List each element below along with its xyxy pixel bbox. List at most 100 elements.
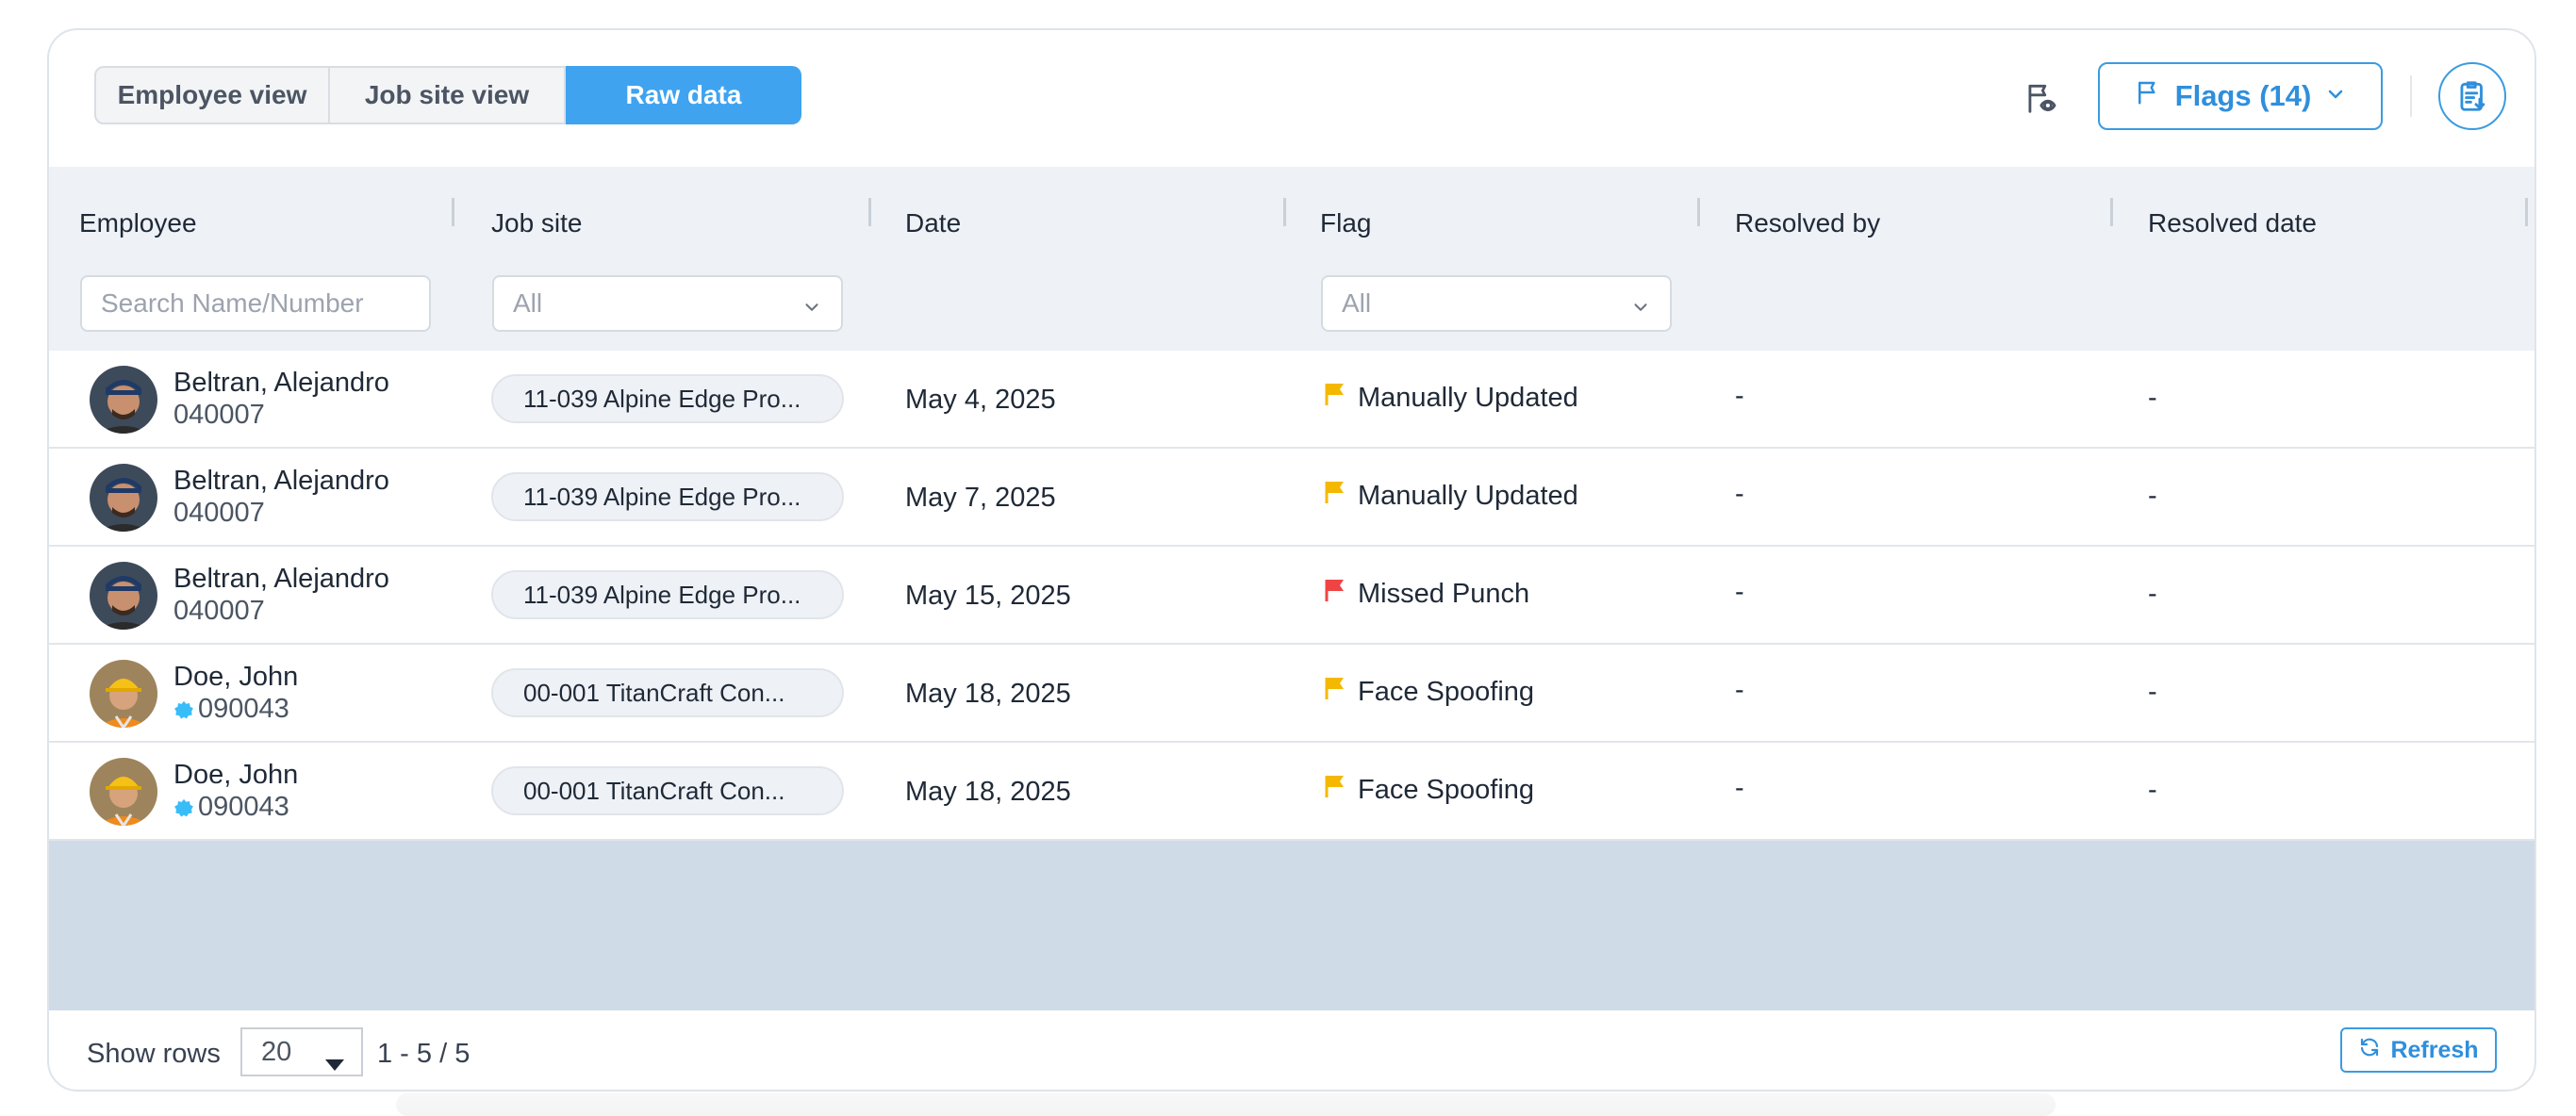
flag-icon [1324, 774, 1346, 806]
table-empty-space [49, 841, 2535, 1010]
resolved-by: - [1735, 577, 1744, 607]
rows-per-page-select[interactable]: 20 [240, 1027, 363, 1076]
view-switcher: Employee view Job site view Raw data [94, 66, 801, 124]
resolved-by: - [1735, 773, 1744, 803]
verified-badge-icon [174, 798, 193, 816]
flag-date: May 15, 2025 [905, 581, 1071, 611]
employee-name: Doe, John [173, 760, 299, 790]
flag-date: May 4, 2025 [905, 385, 1056, 415]
chevron-down-icon [801, 294, 822, 324]
toolbar-divider [2410, 75, 2412, 117]
table-row[interactable]: Beltran, Alejandro 040007 11-039 Alpine … [49, 351, 2535, 449]
column-resizer[interactable] [2525, 198, 2528, 226]
job-site-filter-select[interactable]: All [492, 275, 843, 332]
column-header-job-site[interactable]: Job site [491, 208, 583, 238]
pagination-range: 1 - 5 / 5 [377, 1039, 471, 1069]
flag-cell: Manually Updated [1324, 480, 1578, 512]
chevron-down-icon [1630, 294, 1651, 324]
avatar [90, 562, 157, 630]
job-site-chip[interactable]: 00-001 TitanCraft Con... [491, 668, 844, 717]
column-resizer[interactable] [1697, 198, 1700, 226]
resolved-date: - [2148, 775, 2157, 805]
table-header: Employee Job site Date Flag Resolved by … [49, 167, 2535, 351]
flag-type: Manually Updated [1358, 480, 1578, 511]
avatar [90, 660, 157, 728]
resolved-by: - [1735, 479, 1744, 509]
employee-name: Beltran, Alejandro [173, 466, 389, 496]
job-site-chip[interactable]: 11-039 Alpine Edge Pro... [491, 472, 844, 521]
avatar [90, 758, 157, 826]
table-row[interactable]: Beltran, Alejandro 040007 11-039 Alpine … [49, 449, 2535, 547]
flag-cell: Manually Updated [1324, 382, 1578, 414]
flag-filter-select[interactable]: All [1321, 275, 1672, 332]
employee-number-text: 040007 [173, 596, 265, 626]
flag-eye-icon[interactable] [2020, 77, 2061, 119]
employee-number-text: 090043 [198, 694, 289, 724]
column-header-resolved-date[interactable]: Resolved date [2148, 208, 2317, 238]
column-resizer[interactable] [1283, 198, 1286, 226]
job-site-chip[interactable]: 11-039 Alpine Edge Pro... [491, 570, 844, 619]
flag-icon [1324, 382, 1346, 414]
tab-job-site-view[interactable]: Job site view [330, 66, 566, 124]
table-row[interactable]: Beltran, Alejandro 040007 11-039 Alpine … [49, 547, 2535, 645]
refresh-button[interactable]: Refresh [2340, 1027, 2497, 1073]
employee-number-text: 040007 [173, 400, 265, 430]
table-row[interactable]: Doe, John 090043 00-001 TitanCraft Con..… [49, 743, 2535, 841]
flags-panel: Employee view Job site view Raw data Fla… [47, 28, 2536, 1091]
flag-cell: Face Spoofing [1324, 774, 1534, 806]
flag-date: May 7, 2025 [905, 483, 1056, 513]
employee-search-input[interactable] [80, 275, 431, 332]
column-header-employee[interactable]: Employee [79, 208, 197, 238]
flag-cell: Face Spoofing [1324, 676, 1534, 708]
employee-number-text: 090043 [198, 792, 289, 822]
chevron-down-icon [2324, 79, 2347, 113]
employee-number-text: 040007 [173, 498, 265, 528]
panel-shadow [396, 1093, 2056, 1116]
job-site-chip[interactable]: 11-039 Alpine Edge Pro... [491, 374, 844, 423]
employee-name: Beltran, Alejandro [173, 564, 389, 594]
tab-raw-data[interactable]: Raw data [566, 66, 801, 124]
flags-button-label: Flags (14) [2174, 79, 2312, 112]
flag-date: May 18, 2025 [905, 679, 1071, 709]
resolved-by: - [1735, 675, 1744, 705]
resolved-date: - [2148, 383, 2157, 413]
caret-down-icon [323, 1048, 346, 1079]
job-site-filter-value: All [513, 288, 543, 318]
column-resizer[interactable] [868, 198, 871, 226]
resolved-date: - [2148, 481, 2157, 511]
column-header-date[interactable]: Date [905, 208, 961, 238]
clipboard-export-icon[interactable] [2438, 62, 2506, 130]
avatar [90, 366, 157, 434]
employee-number: 040007 [173, 498, 265, 529]
resolved-date: - [2148, 677, 2157, 707]
tab-employee-view[interactable]: Employee view [94, 66, 330, 124]
flag-cell: Missed Punch [1324, 578, 1529, 610]
rows-per-page-value: 20 [261, 1036, 292, 1067]
column-header-flag[interactable]: Flag [1320, 208, 1371, 238]
flag-type: Manually Updated [1358, 382, 1578, 413]
flag-icon [1324, 480, 1346, 512]
flag-icon [1324, 578, 1346, 610]
flag-type: Missed Punch [1358, 578, 1530, 609]
avatar [90, 464, 157, 532]
flags-dropdown-button[interactable]: Flags (14) [2098, 62, 2383, 130]
flag-filter-value: All [1342, 288, 1372, 318]
show-rows-label: Show rows [87, 1039, 221, 1069]
employee-number: 090043 [173, 694, 289, 725]
table-footer: Show rows 20 1 - 5 / 5 Refresh [49, 1010, 2535, 1090]
column-resizer[interactable] [2110, 198, 2113, 226]
resolved-date: - [2148, 579, 2157, 609]
flag-date: May 18, 2025 [905, 777, 1071, 807]
refresh-icon [2358, 1036, 2381, 1065]
column-header-resolved-by[interactable]: Resolved by [1735, 208, 1880, 238]
column-resizer[interactable] [452, 198, 454, 226]
flag-icon [2134, 78, 2162, 114]
resolved-by: - [1735, 381, 1744, 411]
flag-type: Face Spoofing [1358, 676, 1535, 707]
verified-badge-icon [174, 700, 193, 718]
toolbar: Employee view Job site view Raw data Fla… [49, 30, 2535, 167]
job-site-chip[interactable]: 00-001 TitanCraft Con... [491, 766, 844, 815]
employee-number: 040007 [173, 596, 265, 627]
flag-type: Face Spoofing [1358, 774, 1535, 805]
table-row[interactable]: Doe, John 090043 00-001 TitanCraft Con..… [49, 645, 2535, 743]
